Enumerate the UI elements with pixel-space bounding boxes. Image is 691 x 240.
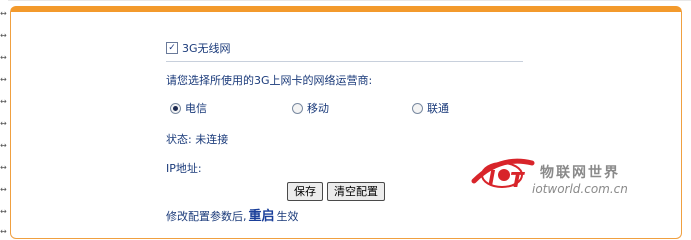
section-divider: [166, 61, 523, 62]
note-restart: 重启: [248, 209, 275, 224]
carrier-question: 请您选择所使用的3G上网卡的网络运营商:: [166, 74, 373, 87]
carrier-radio-group: 电信 移动 联通: [166, 100, 496, 116]
settings-panel: [10, 6, 682, 239]
radio-unicom[interactable]: [412, 102, 423, 114]
enable-3g-checkbox[interactable]: ✓: [166, 42, 178, 54]
connection-status: 状态: 未连接: [166, 133, 229, 146]
top-rule: [8, 0, 691, 1]
enable-3g-row[interactable]: ✓ 3G无线网: [166, 40, 231, 56]
radio-telecom[interactable]: [170, 102, 181, 114]
carrier-label-mobile: 移动: [307, 102, 329, 115]
action-buttons: 保存 清空配置: [287, 182, 385, 201]
carrier-label-unicom: 联通: [427, 102, 449, 115]
carrier-option-mobile[interactable]: 移动: [292, 100, 329, 116]
left-margin-markers: ↔ ↔ ↔ ↔ ↔ ↔ ↔ ↔ ↔ ↔ ↔: [0, 9, 7, 236]
enable-3g-label: 3G无线网: [182, 42, 231, 55]
note-suffix: 生效: [276, 210, 299, 223]
carrier-option-telecom[interactable]: 电信: [170, 100, 207, 116]
svg-text:I: I: [488, 166, 496, 190]
save-button[interactable]: 保存: [287, 182, 323, 201]
radio-mobile[interactable]: [292, 102, 303, 114]
watermark-name-cn: 物联网世界: [540, 165, 620, 181]
ip-address-label: IP地址:: [166, 162, 202, 175]
carrier-option-unicom[interactable]: 联通: [412, 100, 449, 116]
carrier-label-telecom: 电信: [185, 102, 207, 115]
note-prefix: 修改配置参数后,: [166, 210, 247, 223]
clear-config-button[interactable]: 清空配置: [327, 182, 385, 201]
svg-text:T: T: [510, 168, 525, 192]
restart-note: 修改配置参数后, 重启 生效: [166, 205, 299, 224]
watermark-domain: iotworld.com.cn: [532, 182, 628, 196]
